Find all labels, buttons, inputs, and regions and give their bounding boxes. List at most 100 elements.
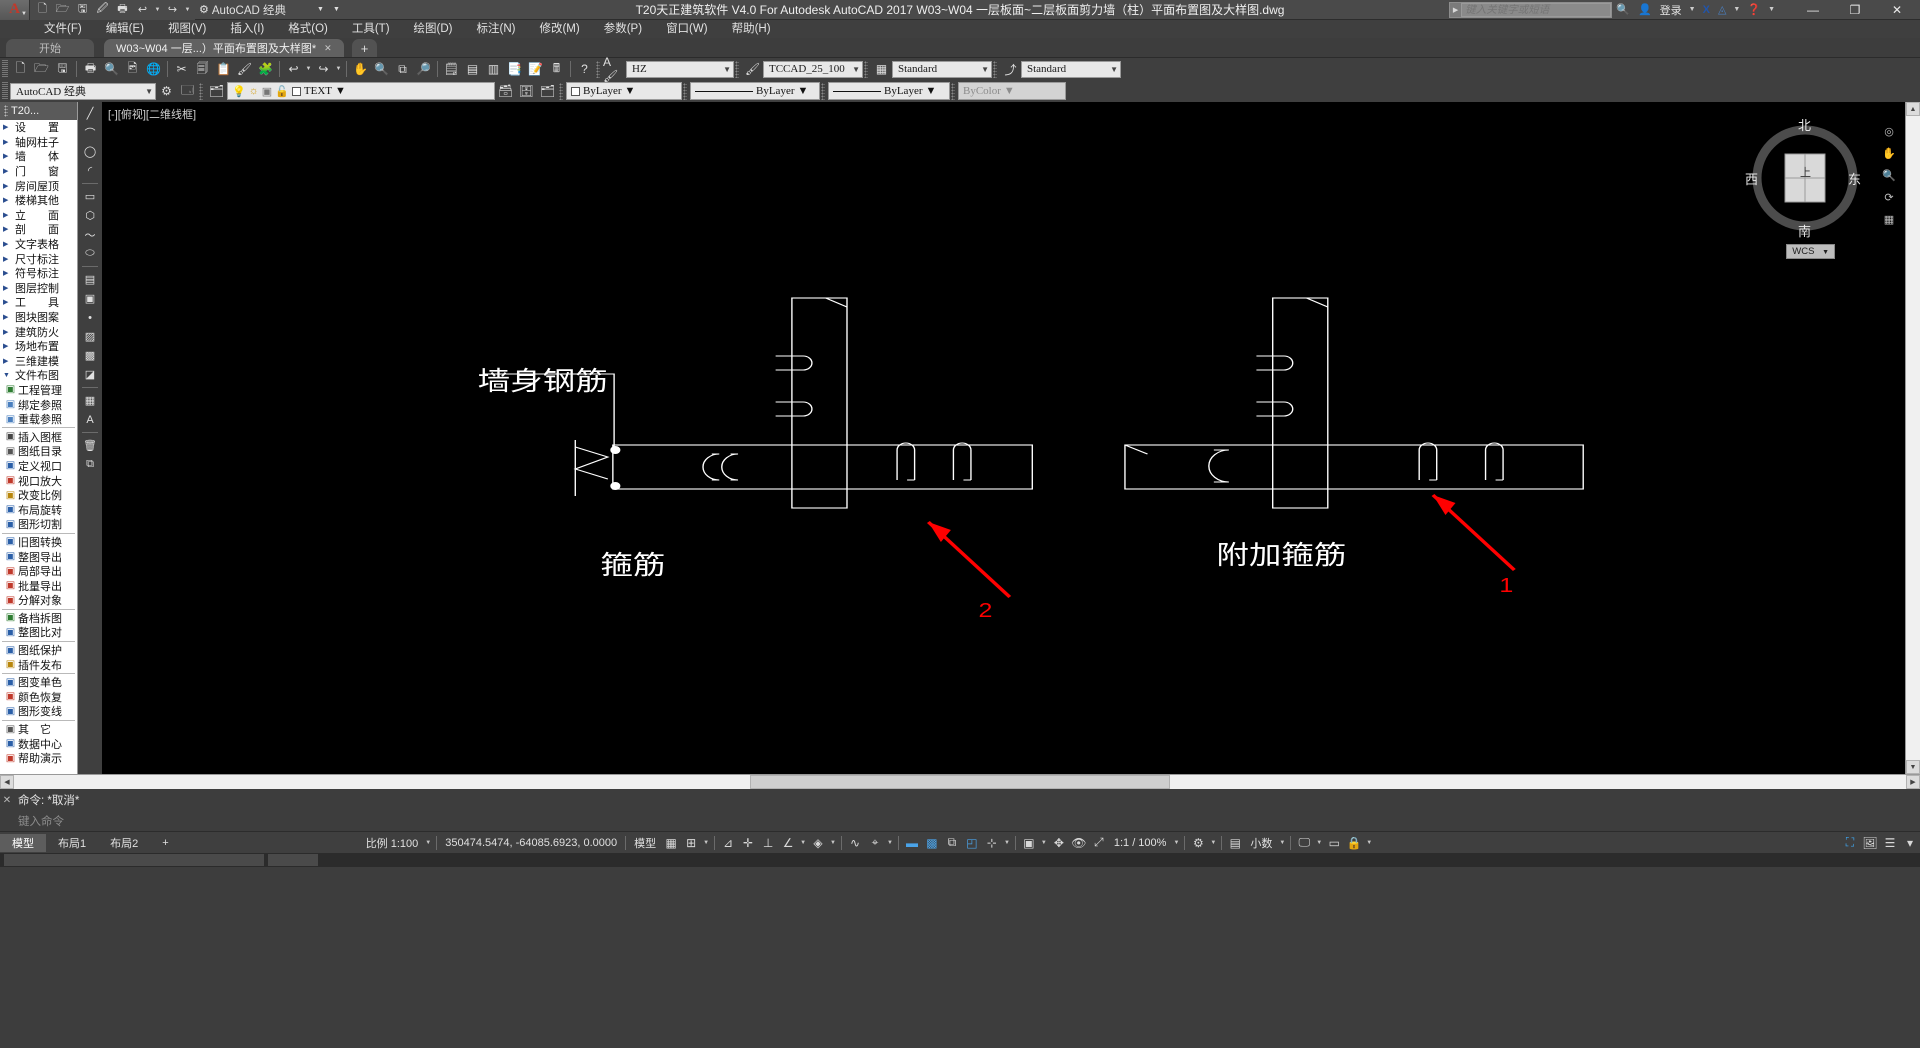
space-indicator[interactable]: 模型	[629, 833, 661, 853]
triangle-right-icon[interactable]: ▶	[3, 255, 15, 263]
insert-block-icon[interactable]: ▤	[80, 270, 100, 289]
chevron-down-icon[interactable]: ▼	[317, 6, 324, 13]
sidebar-group-15[interactable]: ▶ 场地布置	[0, 339, 77, 354]
table-style-combo[interactable]: Standard ▼	[892, 60, 992, 78]
menu-item-modify[interactable]: 修改(M)	[527, 20, 591, 38]
new-icon[interactable]: 🗋	[10, 59, 31, 79]
layout-tab-model[interactable]: 模型	[0, 833, 46, 852]
sidebar-group-16[interactable]: ▶ 三维建模	[0, 354, 77, 369]
taskbar-item-1[interactable]	[4, 854, 264, 866]
new-file-icon[interactable]: 🗋	[33, 1, 52, 18]
ellipse-icon[interactable]: ⬭	[80, 244, 100, 263]
3d-object-snap-icon[interactable]: ◰	[962, 834, 982, 852]
make-block-icon[interactable]: ▣	[80, 289, 100, 308]
app-menu-button[interactable]: A ▼	[0, 0, 30, 20]
sidebar-group-4[interactable]: ▶ 房间屋顶	[0, 178, 77, 193]
zoom-previous-icon[interactable]: 🔎	[413, 59, 434, 79]
sidebar-command-15[interactable]: ▣ 批量导出	[0, 578, 77, 593]
menu-item-parametric[interactable]: 参数(P)	[592, 20, 654, 38]
undo-icon[interactable]: ↩	[283, 59, 304, 79]
plotstyle-grip[interactable]	[951, 82, 955, 100]
object-snap-tracking-icon[interactable]: ∿	[845, 834, 865, 852]
sidebar-command-5[interactable]: ▣ 图纸目录	[0, 444, 77, 459]
undo-icon[interactable]: ↩	[133, 1, 152, 18]
gradient-icon[interactable]: ▩	[80, 346, 100, 365]
chevron-down-icon[interactable]: ▼	[1822, 249, 1829, 256]
workspace-gear-icon[interactable]: ⚙	[1188, 834, 1208, 852]
layout-tab-1[interactable]: 布局1	[46, 834, 98, 852]
new-tab-button[interactable]: +	[351, 39, 378, 57]
circle-icon[interactable]: ◯	[80, 142, 100, 161]
sidebar-command-19[interactable]: ▣ 整图比对	[0, 625, 77, 640]
t20-palette-header[interactable]: T20...	[0, 102, 77, 120]
sidebar-command-7[interactable]: ▣ 视口放大	[0, 473, 77, 488]
sidebar-group-10[interactable]: ▶ 符号标注	[0, 266, 77, 281]
blockeditor-icon[interactable]: 🧩	[255, 59, 276, 79]
layer-vp-freeze-icon[interactable]: ▣	[262, 85, 272, 98]
help-icon[interactable]: ❓	[1743, 3, 1765, 16]
layers-toolbar-grip[interactable]	[199, 82, 203, 100]
calculator-icon[interactable]: 🖩	[546, 59, 567, 79]
line-icon[interactable]: ╱	[80, 104, 100, 123]
tab-drawing[interactable]: W03~W04 一层...）平面布置图及大样图* ✕	[104, 39, 344, 57]
sidebar-group-0[interactable]: ▶ 设 置	[0, 120, 77, 135]
layer-color-swatch[interactable]	[291, 86, 301, 96]
workspace-combo[interactable]: AutoCAD 经典 ▼	[10, 82, 156, 100]
sidebar-group-11[interactable]: ▶ 图层控制	[0, 281, 77, 296]
menu-item-tools[interactable]: 工具(T)	[340, 20, 402, 38]
linetype-grip[interactable]	[683, 82, 687, 100]
triangle-right-icon[interactable]: ▶	[3, 182, 15, 190]
publish-icon[interactable]: 🖻	[122, 59, 143, 79]
isometric-drafting-icon[interactable]: ◈	[808, 834, 828, 852]
drawing-canvas[interactable]: [-][俯视][二维线框] 墙身钢筋 箍筋 附加箍筋 2 1 上 北 南 东 西…	[102, 102, 1905, 774]
menu-item-dimension[interactable]: 标注(N)	[465, 20, 528, 38]
sidebar-group-17[interactable]: ▼ 文件布图	[0, 368, 77, 383]
snap-icon[interactable]: ⊞	[681, 834, 701, 852]
triangle-right-icon[interactable]: ▶	[3, 211, 15, 219]
search-expand-icon[interactable]: ▶	[1450, 6, 1461, 14]
user-avatar-icon[interactable]: 👤	[1634, 3, 1656, 16]
triangle-right-icon[interactable]: ▶	[3, 342, 15, 350]
menu-item-help[interactable]: 帮助(H)	[720, 20, 783, 38]
sidebar-group-1[interactable]: ▶ 轴网柱子	[0, 135, 77, 150]
save-icon[interactable]: 🖫	[52, 59, 73, 79]
exchange-icon[interactable]: X	[1699, 4, 1714, 16]
wcs-selector[interactable]: WCS ▼	[1786, 244, 1835, 259]
help-dropdown-icon[interactable]: ▼	[1765, 6, 1778, 13]
tray-display-icon[interactable]: 🖼	[1860, 834, 1880, 852]
sidebar-command-2[interactable]: ▣ 重载参照	[0, 412, 77, 427]
menu-item-window[interactable]: 窗口(W)	[654, 20, 720, 38]
layer-lock-icon[interactable]: 🔓	[275, 85, 289, 98]
modify-copy-icon[interactable]: ⧉	[80, 455, 100, 474]
linetype-combo[interactable]: ByLayer ▼	[690, 82, 820, 100]
dim-style-icon[interactable]: 🖌	[742, 59, 763, 79]
polyline-icon[interactable]: ⌒	[80, 123, 100, 142]
properties-palette-icon[interactable]: 🗒	[441, 59, 462, 79]
orbit-icon[interactable]: ⟳	[1880, 188, 1898, 206]
toolpalettes-icon[interactable]: ▥	[483, 59, 504, 79]
command-close-icon[interactable]: ✕	[0, 795, 14, 806]
undo-dropdown-icon[interactable]: ▼	[304, 66, 313, 72]
sidebar-command-22[interactable]: ▣ 插件发布	[0, 657, 77, 672]
sidebar-group-9[interactable]: ▶ 尺寸标注	[0, 251, 77, 266]
minimize-app-icon[interactable]: ▾	[1900, 834, 1920, 852]
lineweight-display-icon[interactable]: ▬	[902, 834, 922, 852]
polar-tracking-icon[interactable]: ∠	[778, 834, 798, 852]
chevron-down-icon[interactable]: ▼	[1277, 840, 1287, 846]
units-icon[interactable]: ▤	[1225, 834, 1245, 852]
isolate-objects-icon[interactable]: ▭	[1324, 834, 1344, 852]
taskbar-item-2[interactable]	[268, 854, 318, 866]
sidebar-group-12[interactable]: ▶ 工 具	[0, 295, 77, 310]
sidebar-command-12[interactable]: ▣ 旧图转换	[0, 535, 77, 550]
triangle-right-icon[interactable]: ▶	[3, 313, 15, 321]
chevron-down-icon[interactable]: ▼	[1002, 840, 1012, 846]
steering-wheel-icon[interactable]: ◎	[1880, 122, 1898, 140]
sidebar-command-30[interactable]: ▣ 帮助演示	[0, 751, 77, 766]
horizontal-scroll-thumb[interactable]	[750, 775, 1170, 789]
lineweight-grip[interactable]	[821, 82, 825, 100]
sidebar-command-26[interactable]: ▣ 图形变线	[0, 704, 77, 719]
chevron-down-icon[interactable]: ▼	[828, 840, 838, 846]
triangle-right-icon[interactable]: ▶	[3, 284, 15, 292]
sidebar-command-14[interactable]: ▣ 局部导出	[0, 564, 77, 579]
menu-item-file[interactable]: 文件(F)	[32, 20, 94, 38]
